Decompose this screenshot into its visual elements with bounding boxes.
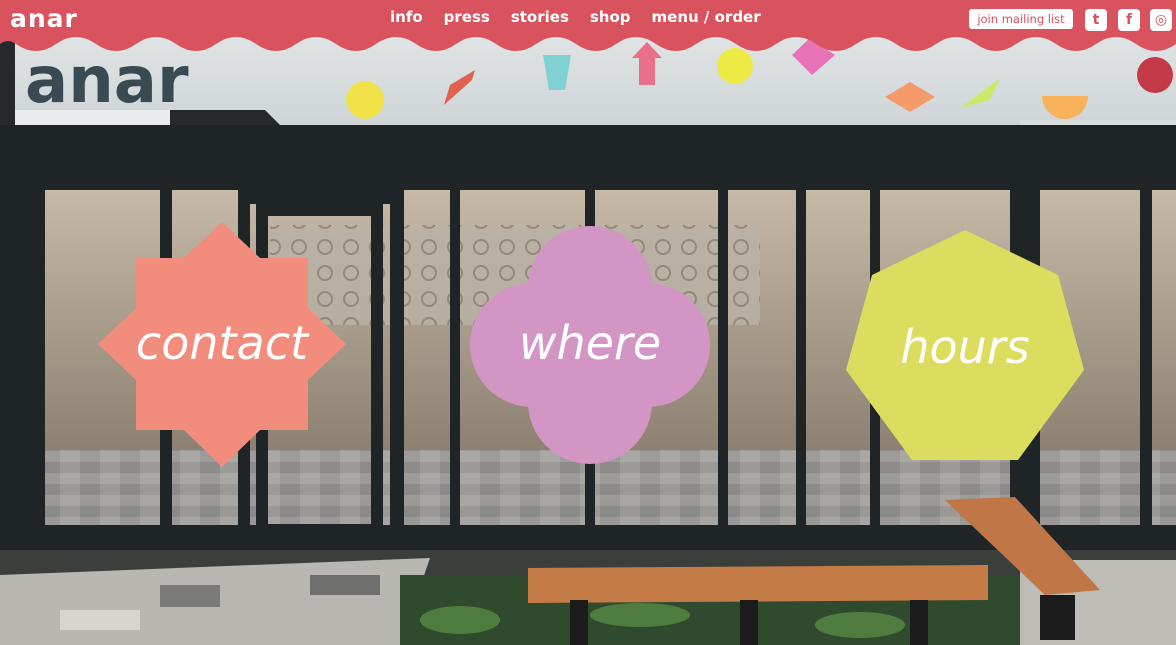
contact-label: contact xyxy=(135,316,309,370)
join-mailing-list-button[interactable]: join mailing list xyxy=(969,9,1073,29)
where-button[interactable]: where xyxy=(470,226,710,464)
nav-menu-order[interactable]: menu / order xyxy=(652,8,761,26)
nav-stories[interactable]: stories xyxy=(511,8,569,26)
nav-press[interactable]: press xyxy=(444,8,490,26)
facebook-icon[interactable]: f xyxy=(1118,9,1140,31)
instagram-icon[interactable]: ◎ xyxy=(1150,9,1172,31)
hours-label: hours xyxy=(900,320,1030,374)
nav-shop[interactable]: shop xyxy=(590,8,631,26)
main-nav: info press stories shop menu / order xyxy=(390,8,761,26)
contact-button[interactable]: contact xyxy=(98,222,346,467)
nav-info[interactable]: info xyxy=(390,8,423,26)
site-logo[interactable]: anar xyxy=(10,4,78,33)
site-header: anar info press stories shop menu / orde… xyxy=(0,0,1176,60)
twitter-icon[interactable]: t xyxy=(1085,9,1107,31)
where-label: where xyxy=(518,316,662,370)
hours-button[interactable]: hours xyxy=(846,230,1084,462)
